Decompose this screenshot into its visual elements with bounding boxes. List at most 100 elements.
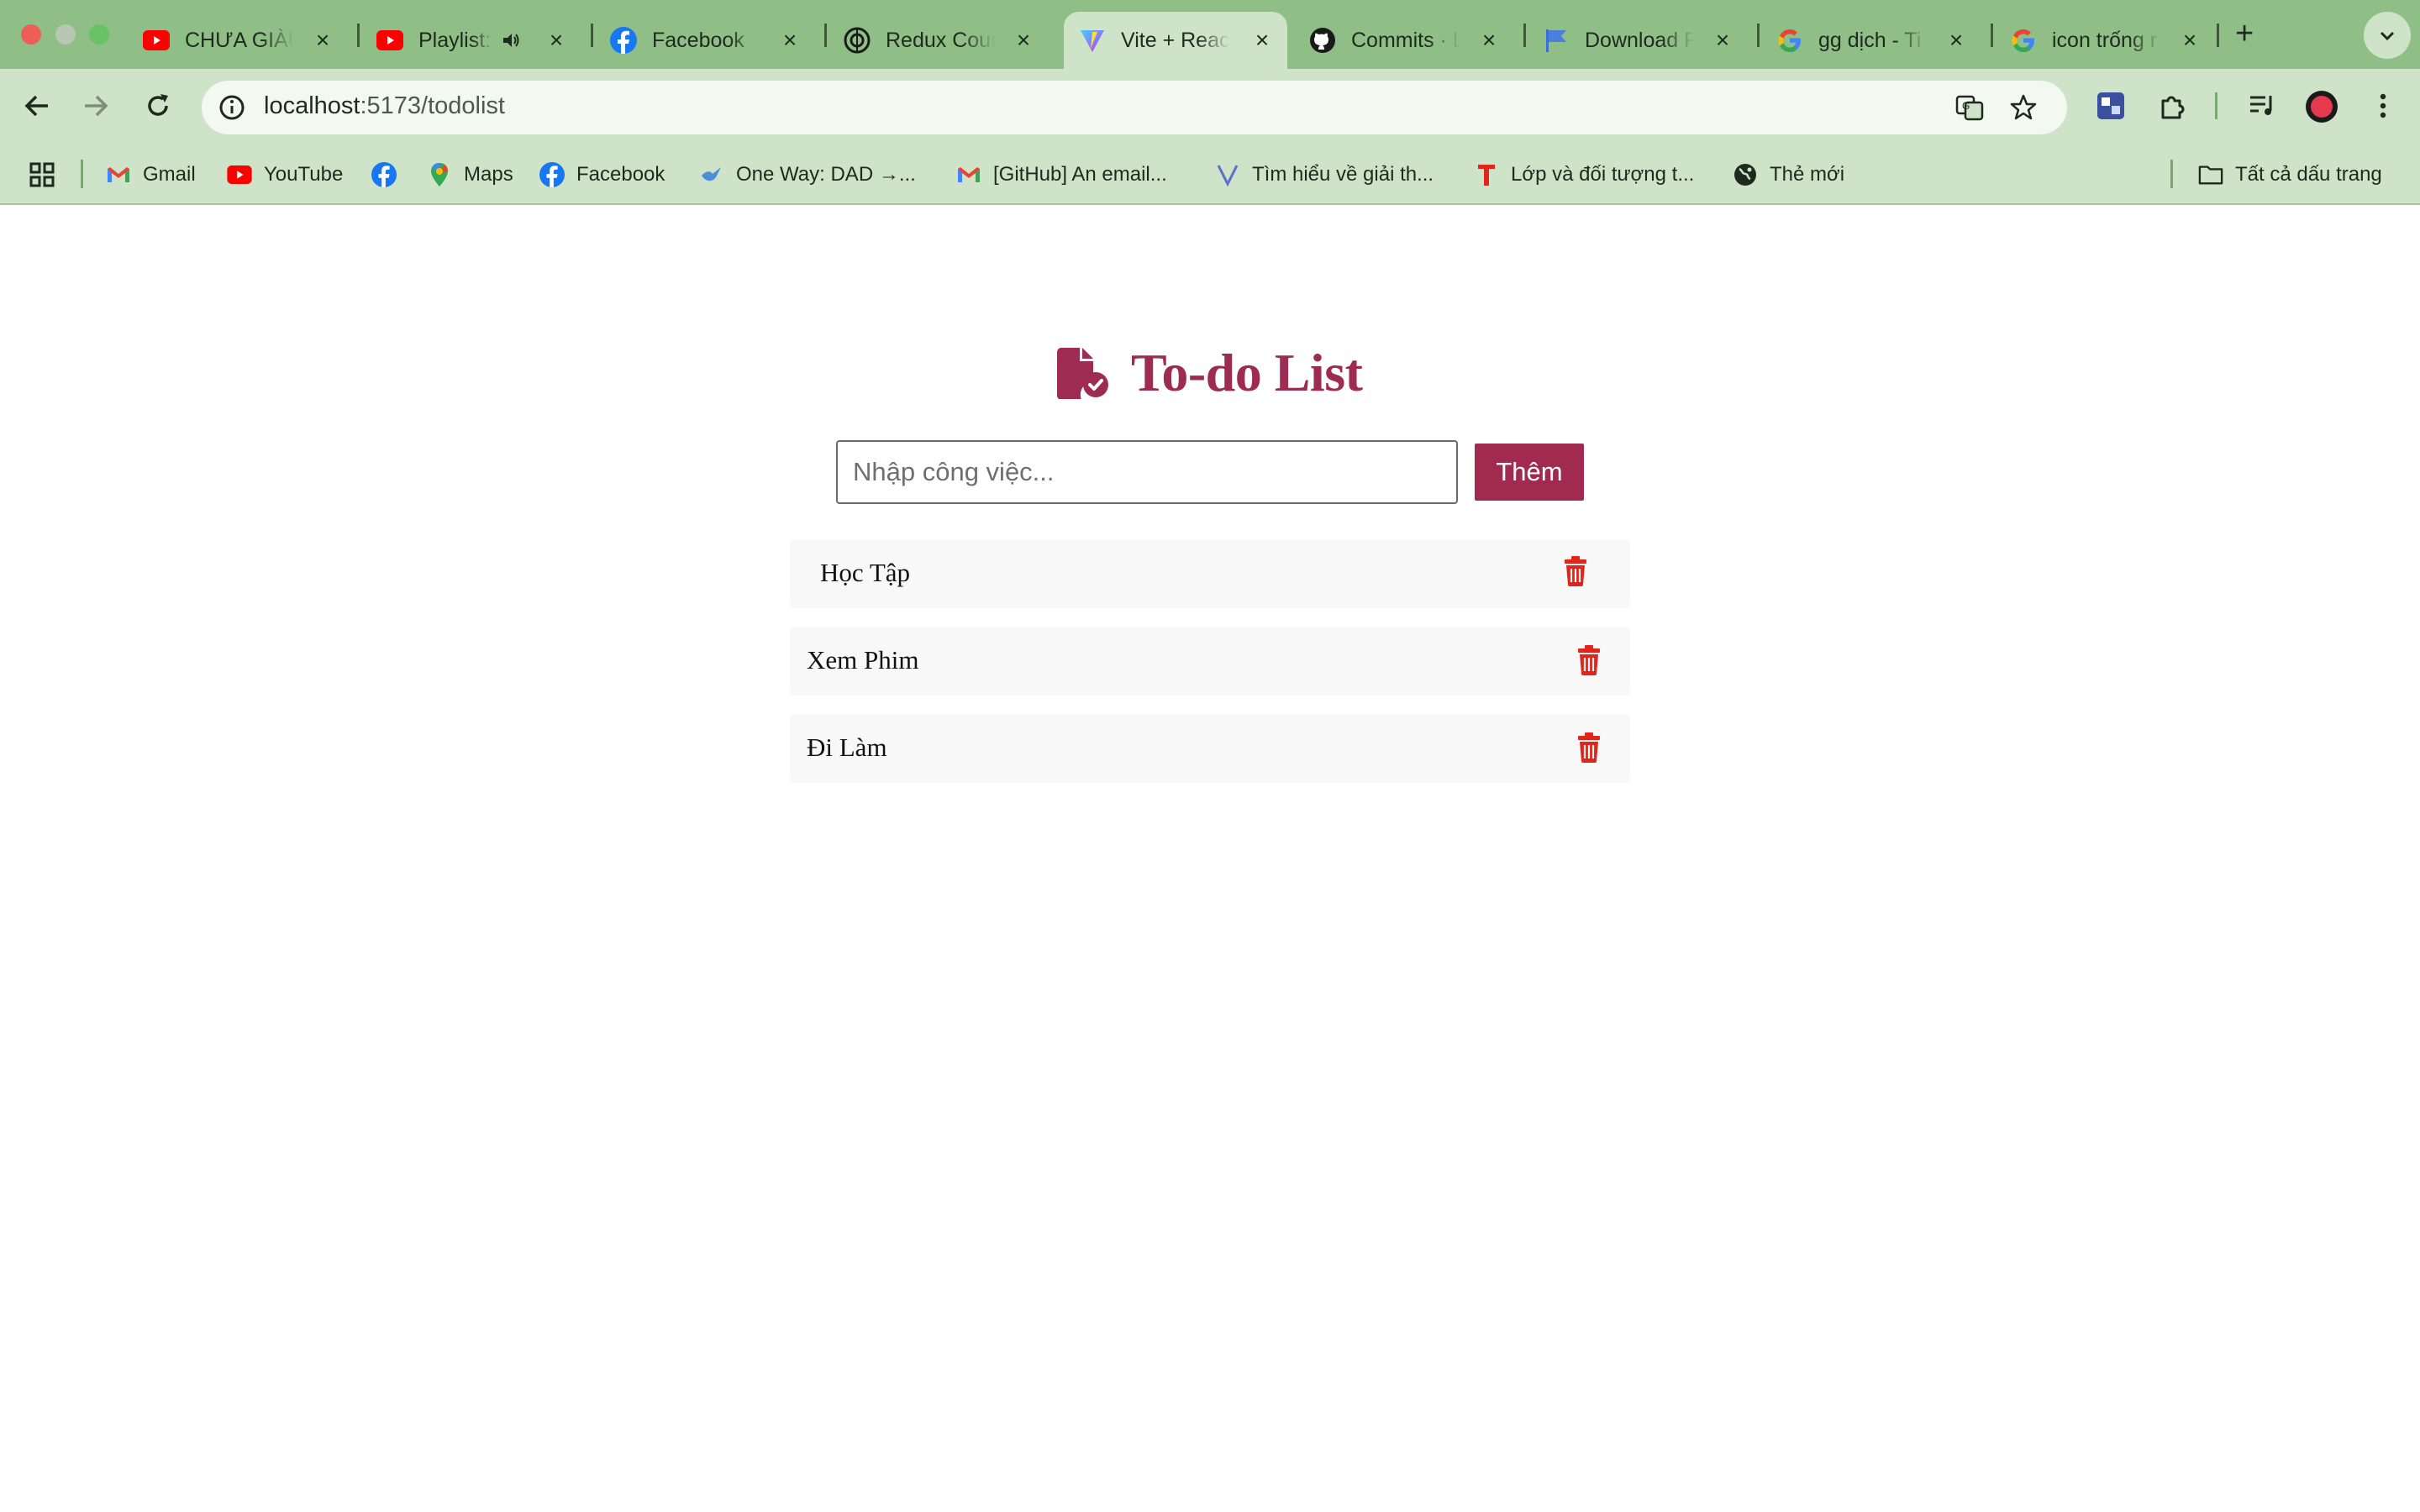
tab-github-commits[interactable]: Commits · L × [1294, 12, 1514, 69]
bookmark-youtube[interactable]: YouTube [227, 161, 343, 188]
media-control-icon[interactable] [2245, 89, 2279, 123]
vue-icon [1215, 162, 1240, 187]
new-tab-button[interactable]: + [2235, 18, 2254, 50]
extensions-puzzle-icon[interactable] [2156, 89, 2190, 123]
bookmark-the-moi[interactable]: Thẻ mới [1733, 161, 1844, 188]
tab-separator [2217, 24, 2219, 47]
tab-google-translate[interactable]: gg dịch - Ti × [1761, 12, 1981, 69]
tab-title: gg dịch - Ti [1818, 28, 1922, 52]
bookmark-facebook[interactable]: Facebook [539, 161, 665, 188]
maximize-window-button[interactable] [89, 24, 109, 45]
todo-input[interactable] [836, 440, 1458, 504]
chevron-down-icon [2380, 31, 2395, 41]
trash-icon[interactable] [1576, 645, 1602, 675]
bookmark-label: Tìm hiểu về giải th... [1252, 163, 1434, 186]
tab-title: Vite + React [1121, 28, 1230, 52]
bookmark-label: One Way: DAD →... [736, 163, 916, 186]
close-tab-icon[interactable]: × [780, 29, 800, 52]
arrow-left-icon [24, 95, 48, 117]
bird-icon [699, 162, 724, 187]
add-todo-button[interactable]: Thêm [1475, 444, 1584, 501]
tab-title: Redux Counter [886, 28, 995, 52]
todo-item: Xem Phim [790, 627, 1630, 696]
toolbar-separator [2215, 92, 2217, 119]
bookmark-label: Lớp và đối tượng t... [1511, 163, 1695, 186]
reload-button[interactable] [139, 87, 176, 124]
speaker-icon[interactable] [501, 30, 521, 50]
close-tab-icon[interactable]: × [1252, 29, 1272, 52]
facebook-icon [371, 162, 397, 187]
youtube-icon [227, 162, 252, 187]
bookmark-maps[interactable]: Maps [427, 161, 513, 188]
close-tab-icon[interactable]: × [546, 29, 566, 52]
tab-download[interactable]: Download F × [1528, 12, 1748, 69]
bookmark-tim-hieu[interactable]: Tìm hiểu về giải th... [1215, 161, 1434, 188]
tab-youtube-2[interactable]: Playlist: × [361, 12, 581, 69]
tab-redux-counter[interactable]: Redux Counter × [829, 12, 1049, 69]
close-tab-icon[interactable]: × [2180, 29, 2200, 52]
todo-text: Đi Làm [807, 732, 887, 762]
extension-dict-icon[interactable] [2094, 89, 2128, 123]
close-tab-icon[interactable]: × [1712, 29, 1733, 52]
bookmark-facebook-icon-only[interactable] [371, 161, 408, 188]
youtube-icon [376, 27, 403, 54]
trash-icon[interactable] [1563, 556, 1588, 586]
google-icon [1776, 27, 1803, 54]
site-info-icon[interactable] [217, 92, 247, 123]
bookmark-label: Maps [464, 163, 513, 186]
bookmark-star-icon[interactable] [2008, 92, 2039, 123]
facebook-icon [610, 27, 637, 54]
tab-separator [591, 24, 593, 47]
bookmark-separator [2170, 160, 2173, 188]
tab-title: icon trống r [2052, 28, 2158, 52]
close-tab-icon[interactable]: × [1946, 29, 1966, 52]
tab-facebook[interactable]: Facebook × [595, 12, 815, 69]
close-tab-icon[interactable]: × [313, 29, 333, 52]
facebook-icon [539, 162, 565, 187]
back-button[interactable] [18, 87, 55, 124]
bookmark-label: Gmail [143, 163, 196, 186]
folder-icon [2198, 162, 2223, 187]
bookmark-gmail[interactable]: Gmail [106, 161, 196, 188]
minimize-window-button[interactable] [55, 24, 76, 45]
tab-search-button[interactable] [2364, 12, 2411, 59]
all-bookmarks-folder[interactable]: Tất cả dấu trang [2198, 161, 2382, 188]
tab-title: Commits · L [1351, 28, 1460, 52]
close-tab-icon[interactable]: × [1013, 29, 1034, 52]
tab-google-search[interactable]: icon trống r × [1995, 12, 2215, 69]
tab-separator [1991, 24, 1993, 47]
todo-item: Học Tập [790, 539, 1630, 608]
bookmark-label: Thẻ mới [1770, 163, 1845, 186]
bookmark-one-way[interactable]: One Way: DAD →... [699, 161, 916, 188]
translate-icon[interactable]: G [1954, 92, 1985, 123]
tab-youtube-1[interactable]: CHƯA GIÀU VÌ ĐÂU × [128, 12, 348, 69]
profile-avatar[interactable] [2306, 91, 2338, 123]
bookmark-separator [81, 160, 83, 188]
trash-icon[interactable] [1576, 732, 1602, 763]
forward-button[interactable] [77, 87, 114, 124]
page-title: To-do List [1055, 339, 1363, 407]
todo-text: Học Tập [820, 558, 911, 587]
bookmark-lop-va-doi-tuong[interactable]: Lớp và đối tượng t... [1474, 161, 1694, 188]
close-tab-icon[interactable]: × [1479, 29, 1499, 52]
todo-item: Đi Làm [790, 714, 1630, 783]
google-icon [2010, 27, 2037, 54]
t-icon [1474, 162, 1499, 187]
reload-icon [148, 94, 168, 116]
gmail-icon [956, 162, 981, 187]
globe-icon [1733, 162, 1758, 187]
tab-title: CHƯA GIÀU VÌ ĐÂU [185, 28, 294, 52]
apps-grid-icon[interactable] [29, 161, 55, 188]
todo-text: Xem Phim [807, 645, 919, 675]
tab-separator [357, 24, 360, 47]
youtube-icon [143, 27, 170, 54]
more-menu-icon[interactable] [2366, 89, 2400, 123]
tab-vite-react[interactable]: Vite + React × [1064, 12, 1287, 69]
bookmark-github-email[interactable]: [GitHub] An email... [956, 161, 1167, 188]
url-text[interactable]: localhost:5173/todolist [264, 92, 505, 120]
maps-icon [427, 162, 452, 187]
bookmark-label: YouTube [264, 163, 344, 186]
close-window-button[interactable] [21, 24, 41, 45]
address-bar[interactable]: localhost:5173/todolist G [202, 81, 2067, 134]
tab-strip: CHƯA GIÀU VÌ ĐÂU × Playlist: × Facebook … [0, 0, 2420, 69]
